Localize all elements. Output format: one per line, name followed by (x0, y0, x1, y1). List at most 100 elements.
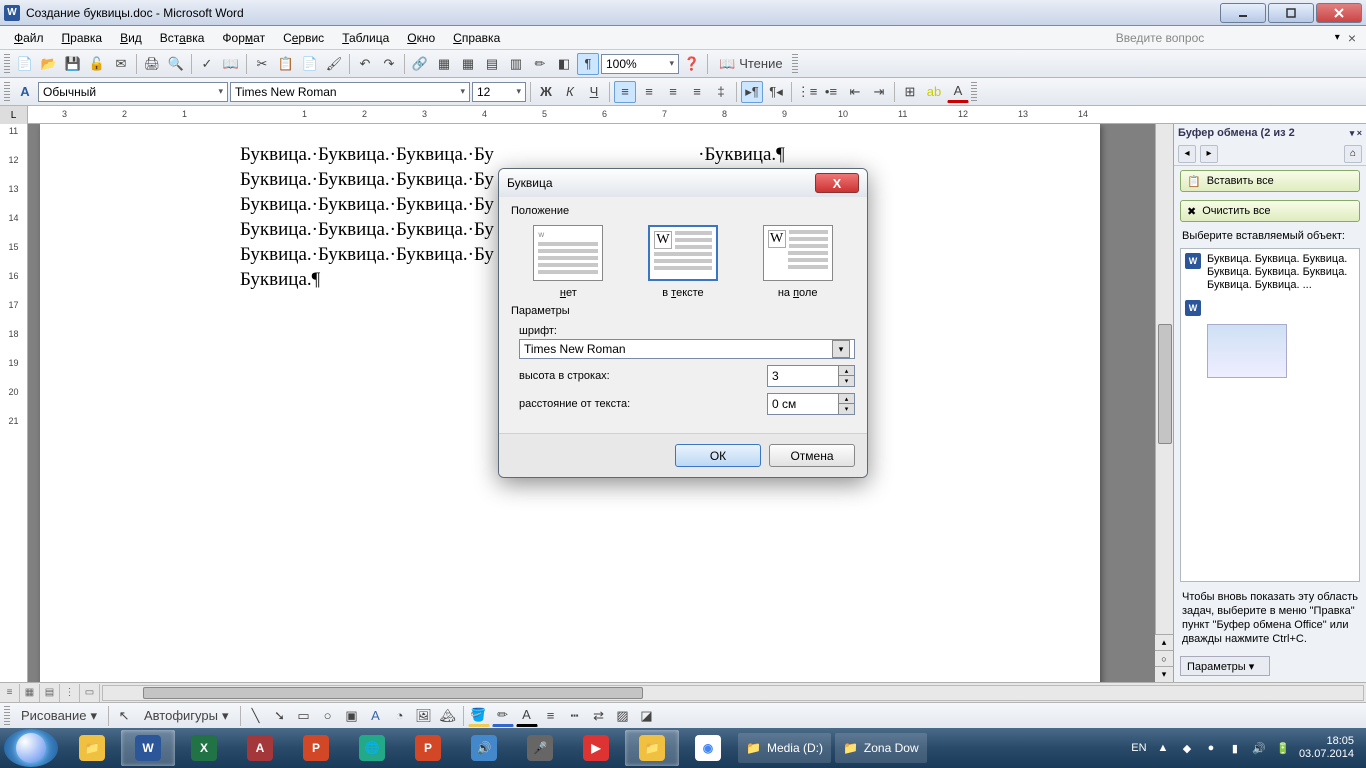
open-icon[interactable]: 📂 (38, 53, 60, 75)
show-formatting-icon[interactable]: ¶ (577, 53, 599, 75)
menu-tools[interactable]: Сервис (275, 28, 332, 48)
taskbar-folder-icon[interactable]: 📁 (625, 730, 679, 766)
tray-flag-icon[interactable]: ▲ (1155, 740, 1171, 756)
line-style-icon[interactable]: ≡ (540, 705, 562, 727)
outline-view-icon[interactable]: ⋮ (60, 684, 80, 702)
horizontal-scrollbar[interactable] (102, 685, 1364, 701)
shadow-icon[interactable]: ▨ (612, 705, 634, 727)
print-icon[interactable]: 🖨 (141, 53, 163, 75)
taskbar-media-folder[interactable]: 📁 Media (D:) (738, 733, 831, 763)
taskbar-explorer-icon[interactable]: 📁 (65, 730, 119, 766)
line-color-icon[interactable]: ✏ (492, 705, 514, 727)
taskpane-options-button[interactable]: Параметры ▾ (1180, 656, 1270, 676)
3d-icon[interactable]: ◪ (636, 705, 658, 727)
highlight-icon[interactable]: ab (923, 81, 945, 103)
menu-file[interactable]: Файл (6, 28, 52, 48)
picture-icon[interactable]: 🏔 (437, 705, 459, 727)
hyperlink-icon[interactable]: 🔗 (409, 53, 431, 75)
oval-icon[interactable]: ○ (317, 705, 339, 727)
select-objects-icon[interactable]: ↖ (113, 705, 135, 727)
menu-view[interactable]: Вид (112, 28, 150, 48)
bold-icon[interactable]: Ж (535, 81, 557, 103)
clipboard-item-2[interactable]: W (1185, 300, 1355, 316)
doc-close-button[interactable]: × (1344, 30, 1360, 46)
fill-color-icon[interactable]: 🪣 (468, 705, 490, 727)
insert-table-icon[interactable]: ▦ (457, 53, 479, 75)
font-color-draw-icon[interactable]: A (516, 705, 538, 727)
ok-button[interactable]: ОК (675, 444, 761, 467)
copy-icon[interactable]: 📋 (275, 53, 297, 75)
help-icon[interactable]: ❓ (681, 53, 703, 75)
line-icon[interactable]: ╲ (245, 705, 267, 727)
toolbar-handle-2[interactable] (792, 54, 798, 74)
menu-window[interactable]: Окно (399, 28, 443, 48)
taskbar-app-icon[interactable]: ▶ (569, 730, 623, 766)
rtl-icon[interactable]: ¶◂ (765, 81, 787, 103)
increase-indent-icon[interactable]: ⇥ (868, 81, 890, 103)
ask-dropdown-icon[interactable]: ▾ (1333, 32, 1342, 43)
reading-layout-button[interactable]: 📖 Чтение (712, 53, 790, 75)
prev-page-icon[interactable]: ▴ (1155, 634, 1173, 650)
option-none[interactable]: w нет (533, 225, 603, 299)
clear-all-button[interactable]: ✖ Очистить все (1180, 200, 1360, 222)
clipboard-list[interactable]: W Буквица. Буквица. Буквица. Буквица. Бу… (1180, 248, 1360, 582)
dialog-titlebar[interactable]: Буквица X (499, 169, 867, 197)
option-in-text[interactable]: W в тексте (648, 225, 718, 299)
menu-format[interactable]: Формат (214, 28, 273, 48)
drawing-menu[interactable]: Рисование ▾ (14, 705, 104, 727)
line-spacing-icon[interactable]: ‡ (710, 81, 732, 103)
taskbar-sound-icon[interactable]: 🔊 (457, 730, 511, 766)
distance-spinner[interactable]: 0 см▴▾ (767, 393, 855, 415)
print-view-icon[interactable]: ▤ (40, 684, 60, 702)
undo-icon[interactable]: ↶ (354, 53, 376, 75)
taskbar-globe-icon[interactable]: 🌐 (345, 730, 399, 766)
ltr-icon[interactable]: ▸¶ (741, 81, 763, 103)
font-combo[interactable]: Times New Roman▾ (230, 82, 470, 102)
horizontal-ruler[interactable]: 321 123 456 789 101112 1314 (28, 106, 1366, 123)
scrollbar-thumb[interactable] (1158, 324, 1172, 444)
taskbar-access-icon[interactable]: A (233, 730, 287, 766)
redo-icon[interactable]: ↷ (378, 53, 400, 75)
lines-spinner[interactable]: 3▴▾ (767, 365, 855, 387)
taskbar-chrome-icon[interactable]: ◉ (681, 730, 735, 766)
format-painter-icon[interactable]: 🖌 (323, 53, 345, 75)
dash-style-icon[interactable]: ┅ (564, 705, 586, 727)
style-combo[interactable]: Обычный▾ (38, 82, 228, 102)
taskbar-word-icon[interactable]: W (121, 730, 175, 766)
tray-volume-icon[interactable]: 🔊 (1251, 740, 1267, 756)
align-right-icon[interactable]: ≡ (662, 81, 684, 103)
fontsize-combo[interactable]: 12▾ (472, 82, 526, 102)
cancel-button[interactable]: Отмена (769, 444, 855, 467)
menu-edit[interactable]: Правка (54, 28, 111, 48)
toolbar-handle-3[interactable] (4, 82, 10, 102)
paste-all-button[interactable]: 📋 Вставить все (1180, 170, 1360, 192)
taskpane-back-icon[interactable]: ◂ (1178, 145, 1196, 163)
taskbar-mic-icon[interactable]: 🎤 (513, 730, 567, 766)
menu-help[interactable]: Справка (445, 28, 508, 48)
numbering-icon[interactable]: ⋮≡ (796, 81, 818, 103)
drawbar-handle[interactable] (4, 706, 10, 726)
new-doc-icon[interactable]: 📄 (14, 53, 36, 75)
browse-object-icon[interactable]: ○ (1155, 650, 1173, 666)
tables-borders-icon[interactable]: ▦ (433, 53, 455, 75)
bullets-icon[interactable]: •≡ (820, 81, 842, 103)
spelling-icon[interactable]: ✓ (196, 53, 218, 75)
normal-view-icon[interactable]: ≡ (0, 684, 20, 702)
taskpane-header[interactable]: Буфер обмена (2 из 2▾ × (1174, 124, 1366, 142)
hscroll-thumb[interactable] (143, 687, 643, 699)
start-button[interactable] (4, 729, 58, 767)
decrease-indent-icon[interactable]: ⇤ (844, 81, 866, 103)
paste-icon[interactable]: 📄 (299, 53, 321, 75)
tray-battery-icon[interactable]: 🔋 (1275, 740, 1291, 756)
tray-network-icon[interactable]: ▮ (1227, 740, 1243, 756)
cut-icon[interactable]: ✂ (251, 53, 273, 75)
taskpane-forward-icon[interactable]: ▸ (1200, 145, 1218, 163)
borders-icon[interactable]: ⊞ (899, 81, 921, 103)
toolbar-handle[interactable] (4, 54, 10, 74)
next-page-icon[interactable]: ▾ (1155, 666, 1173, 682)
option-in-margin[interactable]: W на поле (763, 225, 833, 299)
clipboard-item-1[interactable]: W Буквица. Буквица. Буквица. Буквица. Бу… (1185, 253, 1355, 292)
font-dropdown[interactable]: Times New Roman▾ (519, 339, 855, 359)
styles-icon[interactable]: A (14, 81, 36, 103)
web-view-icon[interactable]: ▦ (20, 684, 40, 702)
